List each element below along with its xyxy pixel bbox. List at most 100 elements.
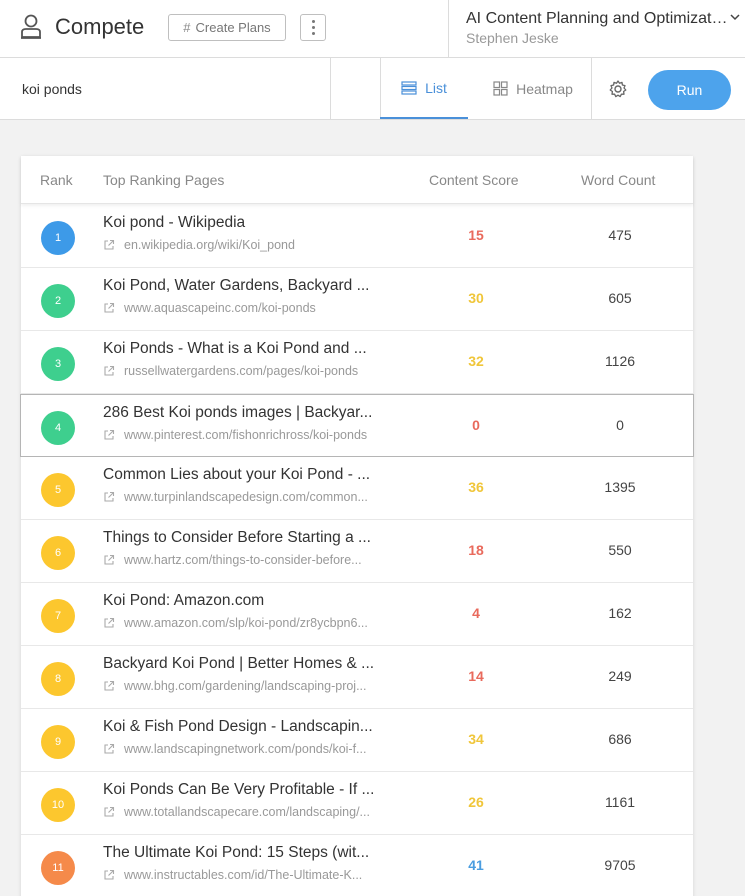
header-content-score[interactable]: Content Score <box>429 172 519 188</box>
content-score: 26 <box>468 794 484 810</box>
word-count: 605 <box>608 290 632 306</box>
word-count: 1126 <box>604 353 636 369</box>
page-url[interactable]: www.landscapingnetwork.com/ponds/koi-f..… <box>103 742 403 756</box>
project-title[interactable]: AI Content Planning and Optimization <box>466 10 728 28</box>
page-url[interactable]: www.aquascapeinc.com/koi-ponds <box>103 301 403 315</box>
page-url-text: en.wikipedia.org/wiki/Koi_pond <box>124 238 295 252</box>
app-title: Compete <box>55 14 145 39</box>
rank-badge: 11 <box>41 851 75 885</box>
word-count: 1395 <box>604 479 636 495</box>
external-link-icon <box>104 554 115 565</box>
table-row[interactable]: 4 286 Best Koi ponds images | Backyar... w… <box>20 394 694 457</box>
page-url[interactable]: www.hartz.com/things-to-consider-before.… <box>103 553 403 567</box>
search-query-input[interactable]: koi ponds <box>22 81 82 97</box>
word-count: 9705 <box>604 857 636 873</box>
create-plans-label: Create Plans <box>195 20 271 35</box>
table-header: Rank Top Ranking Pages Content Score Wor… <box>21 156 693 204</box>
list-icon <box>401 80 417 95</box>
table-row[interactable]: 1 Koi pond - Wikipedia en.wikipedia.org/wi… <box>21 205 693 268</box>
page-url-text: www.amazon.com/slp/koi-pond/zr8ycbpn6... <box>124 616 368 630</box>
external-link-icon <box>104 869 115 880</box>
table-row[interactable]: 11 The Ultimate Koi Pond: 15 Steps (wit..… <box>21 835 693 896</box>
divider <box>330 58 331 119</box>
page-url-text: www.aquascapeinc.com/koi-ponds <box>124 301 316 315</box>
rank-badge: 9 <box>41 725 75 759</box>
content-score: 30 <box>468 290 484 306</box>
external-link-icon <box>104 617 115 628</box>
page-title-link[interactable]: Koi Ponds - What is a Koi Pond and ... <box>103 340 403 358</box>
page-title-link[interactable]: Koi pond - Wikipedia <box>103 214 403 232</box>
page-url[interactable]: www.amazon.com/slp/koi-pond/zr8ycbpn6... <box>103 616 403 630</box>
table-row[interactable]: 5 Common Lies about your Koi Pond - ... ww… <box>21 457 693 520</box>
table-row[interactable]: 9 Koi & Fish Pond Design - Landscapin... w… <box>21 709 693 772</box>
page-title-link[interactable]: Koi Ponds Can Be Very Profitable - If ..… <box>103 781 403 799</box>
page-title-link[interactable]: Backyard Koi Pond | Better Homes & ... <box>103 655 403 673</box>
page-url-text: www.pinterest.com/fishonrichross/koi-pon… <box>124 428 368 442</box>
rank-badge: 6 <box>41 536 75 570</box>
external-link-icon <box>104 239 115 250</box>
header-pages[interactable]: Top Ranking Pages <box>103 172 224 188</box>
page-url-text: www.hartz.com/things-to-consider-before.… <box>124 553 362 567</box>
content-score: 4 <box>472 605 480 621</box>
divider <box>591 58 592 119</box>
page-url[interactable]: www.pinterest.com/fishonrichross/koi-pon… <box>103 428 403 442</box>
rank-badge: 5 <box>41 473 75 507</box>
page-url-text: www.instructables.com/id/The-Ultimate-K.… <box>124 868 363 882</box>
external-link-icon <box>104 365 115 376</box>
hash-icon: # <box>183 20 191 35</box>
word-count: 686 <box>608 731 632 747</box>
table-row[interactable]: 10 Koi Ponds Can Be Very Profitable - If … <box>21 772 693 835</box>
page-title-link[interactable]: The Ultimate Koi Pond: 15 Steps (wit... <box>103 844 403 862</box>
ranking-table: Rank Top Ranking Pages Content Score Wor… <box>20 156 694 896</box>
tab-heatmap[interactable]: Heatmap <box>478 58 588 119</box>
rank-badge: 10 <box>41 788 75 822</box>
page-url-text: www.landscapingnetwork.com/ponds/koi-f..… <box>124 742 367 756</box>
grid-icon <box>493 81 508 96</box>
page-title-link[interactable]: Koi & Fish Pond Design - Landscapin... <box>103 718 403 736</box>
external-link-icon <box>104 680 115 691</box>
rank-badge: 4 <box>41 411 75 445</box>
page-url[interactable]: www.bhg.com/gardening/landscaping-proj..… <box>103 679 403 693</box>
external-link-icon <box>104 491 115 502</box>
table-row[interactable]: 6 Things to Consider Before Starting a ..… <box>21 520 693 583</box>
word-count: 475 <box>608 227 632 243</box>
chevron-down-icon[interactable] <box>730 12 740 22</box>
page-url[interactable]: en.wikipedia.org/wiki/Koi_pond <box>103 238 403 252</box>
create-plans-button[interactable]: # Create Plans <box>168 14 286 41</box>
content-score: 15 <box>468 227 484 243</box>
page-url-text: www.bhg.com/gardening/landscaping-proj..… <box>124 679 367 693</box>
content-score: 41 <box>468 857 484 873</box>
content-score: 36 <box>468 479 484 495</box>
word-count: 0 <box>616 417 624 433</box>
header-word-count[interactable]: Word Count <box>581 172 655 188</box>
gear-icon[interactable] <box>608 79 628 99</box>
rank-badge: 1 <box>41 221 75 255</box>
header-rank[interactable]: Rank <box>40 172 73 188</box>
rank-badge: 3 <box>41 347 75 381</box>
page-url-text: www.totallandscapecare.com/landscaping/.… <box>124 805 370 819</box>
content-score: 34 <box>468 731 484 747</box>
table-row[interactable]: 7 Koi Pond: Amazon.com www.amazon.com/slp/… <box>21 583 693 646</box>
external-link-icon <box>104 743 115 754</box>
table-row[interactable]: 8 Backyard Koi Pond | Better Homes & ... w… <box>21 646 693 709</box>
page-title-link[interactable]: Common Lies about your Koi Pond - ... <box>103 466 403 484</box>
page-title-link[interactable]: Things to Consider Before Starting a ... <box>103 529 403 547</box>
divider <box>448 0 449 58</box>
tab-list[interactable]: List <box>380 58 468 119</box>
page-title-link[interactable]: 286 Best Koi ponds images | Backyar... <box>103 404 403 422</box>
run-button[interactable]: Run <box>648 70 731 110</box>
content-score: 14 <box>468 668 484 684</box>
page-title-link[interactable]: Koi Pond, Water Gardens, Backyard ... <box>103 277 403 295</box>
page-url[interactable]: www.instructables.com/id/The-Ultimate-K.… <box>103 868 403 882</box>
page-title-link[interactable]: Koi Pond: Amazon.com <box>103 592 403 610</box>
word-count: 550 <box>608 542 632 558</box>
tab-heatmap-label: Heatmap <box>516 80 573 97</box>
table-row[interactable]: 2 Koi Pond, Water Gardens, Backyard ... ww… <box>21 268 693 331</box>
page-url[interactable]: www.turpinlandscapedesign.com/common... <box>103 490 403 504</box>
page-url[interactable]: www.totallandscapecare.com/landscaping/.… <box>103 805 403 819</box>
more-options-button[interactable] <box>300 14 326 41</box>
word-count: 162 <box>608 605 632 621</box>
page-url[interactable]: russellwatergardens.com/pages/koi-ponds <box>103 364 403 378</box>
table-row[interactable]: 3 Koi Ponds - What is a Koi Pond and ... r… <box>21 331 693 394</box>
content-score: 18 <box>468 542 484 558</box>
